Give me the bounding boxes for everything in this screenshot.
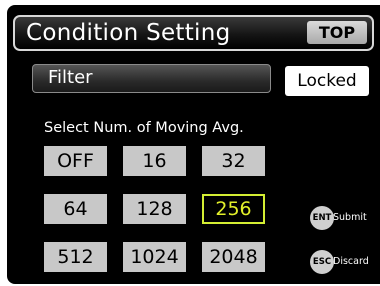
option-512-button[interactable]: 512 (44, 242, 107, 272)
submit-label: Submit (333, 212, 367, 223)
option-1024-button[interactable]: 1024 (123, 242, 186, 272)
filter-setting-bar[interactable]: Filter (32, 64, 271, 93)
device-screen: Condition Setting TOP Filter Locked Sele… (7, 5, 380, 284)
top-button[interactable]: TOP (307, 21, 367, 44)
enter-submit-hint[interactable]: ENT Submit (310, 206, 380, 232)
option-off-button[interactable]: OFF (44, 146, 107, 176)
option-16-button[interactable]: 16 (123, 146, 186, 176)
moving-average-options: OFF 16 32 64 128 256 512 1024 2048 (44, 146, 269, 272)
page-title: Condition Setting (26, 20, 231, 46)
option-256-button[interactable]: 256 (202, 194, 265, 224)
esc-key-icon: ESC (310, 250, 334, 274)
option-2048-button[interactable]: 2048 (202, 242, 265, 272)
option-32-button[interactable]: 32 (202, 146, 265, 176)
option-128-button[interactable]: 128 (123, 194, 186, 224)
moving-average-prompt: Select Num. of Moving Avg. (44, 120, 244, 136)
discard-label: Discard (333, 256, 369, 267)
ent-key-icon: ENT (310, 206, 334, 230)
escape-discard-hint[interactable]: ESC Discard (310, 250, 380, 276)
title-bar: Condition Setting TOP (13, 15, 374, 51)
filter-label: Filter (48, 67, 93, 88)
option-64-button[interactable]: 64 (44, 194, 107, 224)
locked-status-badge: Locked (285, 66, 369, 96)
